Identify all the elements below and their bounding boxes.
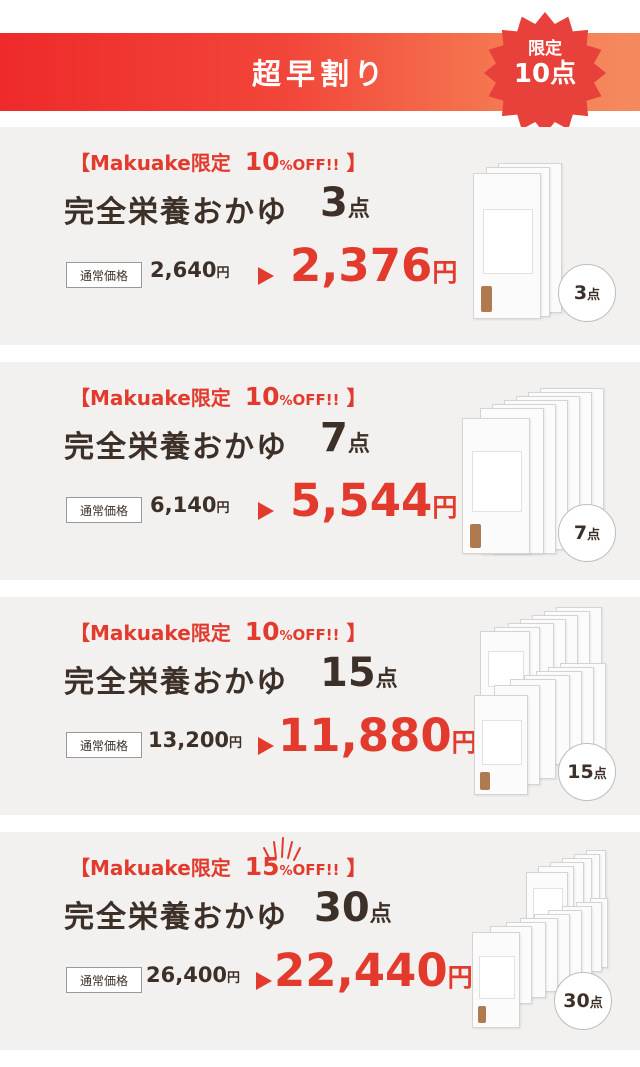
regular-price-tag: 通常価格 [66, 967, 142, 993]
plan-card-30[interactable]: 【Makuake限定 15%OFF!! 】 完全栄養おかゆ 30点 通常価格 2… [0, 832, 640, 1050]
product-name: 完全栄養おかゆ [64, 195, 288, 230]
plan-card-15[interactable]: 【Makuake限定 10%OFF!! 】 完全栄養おかゆ 15点 通常価格 1… [0, 597, 640, 815]
quantity: 3点 [320, 180, 370, 226]
discount-number: 10 [244, 382, 280, 411]
plan-card-7[interactable]: 【Makuake限定 10%OFF!! 】 完全栄養おかゆ 7点 通常価格 6,… [0, 362, 640, 580]
quantity-circle: 3点 [558, 264, 616, 322]
badge-line2: 10点 [513, 58, 577, 89]
arrow-right-icon [258, 737, 274, 755]
sale-price: 22,440円 [274, 944, 473, 997]
badge-line1: 限定 [528, 39, 562, 59]
quantity: 7点 [320, 415, 370, 461]
regular-price: 26,400円 [146, 963, 241, 987]
sparkle-icon [263, 837, 301, 861]
quantity: 15点 [320, 650, 398, 696]
quantity-circle: 7点 [558, 504, 616, 562]
sale-price: 5,544円 [290, 474, 458, 527]
sale-price: 11,880円 [278, 709, 477, 762]
regular-price-tag: 通常価格 [66, 262, 142, 288]
promo-text: 【Makuake限定 10%OFF!! 】 [70, 147, 367, 176]
discount-number: 10 [244, 147, 280, 176]
arrow-right-icon [258, 267, 274, 285]
quantity-circle: 30 点 [554, 972, 612, 1030]
regular-price-tag: 通常価格 [66, 497, 142, 523]
product-name: 完全栄養おかゆ [64, 430, 288, 465]
regular-price: 2,640円 [150, 258, 230, 282]
promo-text: 【Makuake限定 15%OFF!! 】 [70, 852, 367, 881]
promo-text: 【Makuake限定 10%OFF!! 】 [70, 382, 367, 411]
quantity-circle: 15 点 [558, 743, 616, 801]
arrow-right-icon [256, 972, 272, 990]
discount-number: 10 [244, 617, 280, 646]
regular-price: 13,200円 [148, 728, 243, 752]
sale-price: 2,376円 [290, 239, 458, 292]
product-name: 完全栄養おかゆ [64, 900, 288, 935]
regular-price: 6,140円 [150, 493, 230, 517]
regular-price-tag: 通常価格 [66, 732, 142, 758]
limited-badge: 限定 10点 [482, 10, 608, 136]
promo-text: 【Makuake限定 10%OFF!! 】 [70, 617, 367, 646]
arrow-right-icon [258, 502, 274, 520]
quantity: 30点 [314, 885, 392, 931]
plan-card-3[interactable]: 【Makuake限定 10%OFF!! 】 完全栄養おかゆ 3点 通常価格 2,… [0, 127, 640, 345]
product-name: 完全栄養おかゆ [64, 665, 288, 700]
